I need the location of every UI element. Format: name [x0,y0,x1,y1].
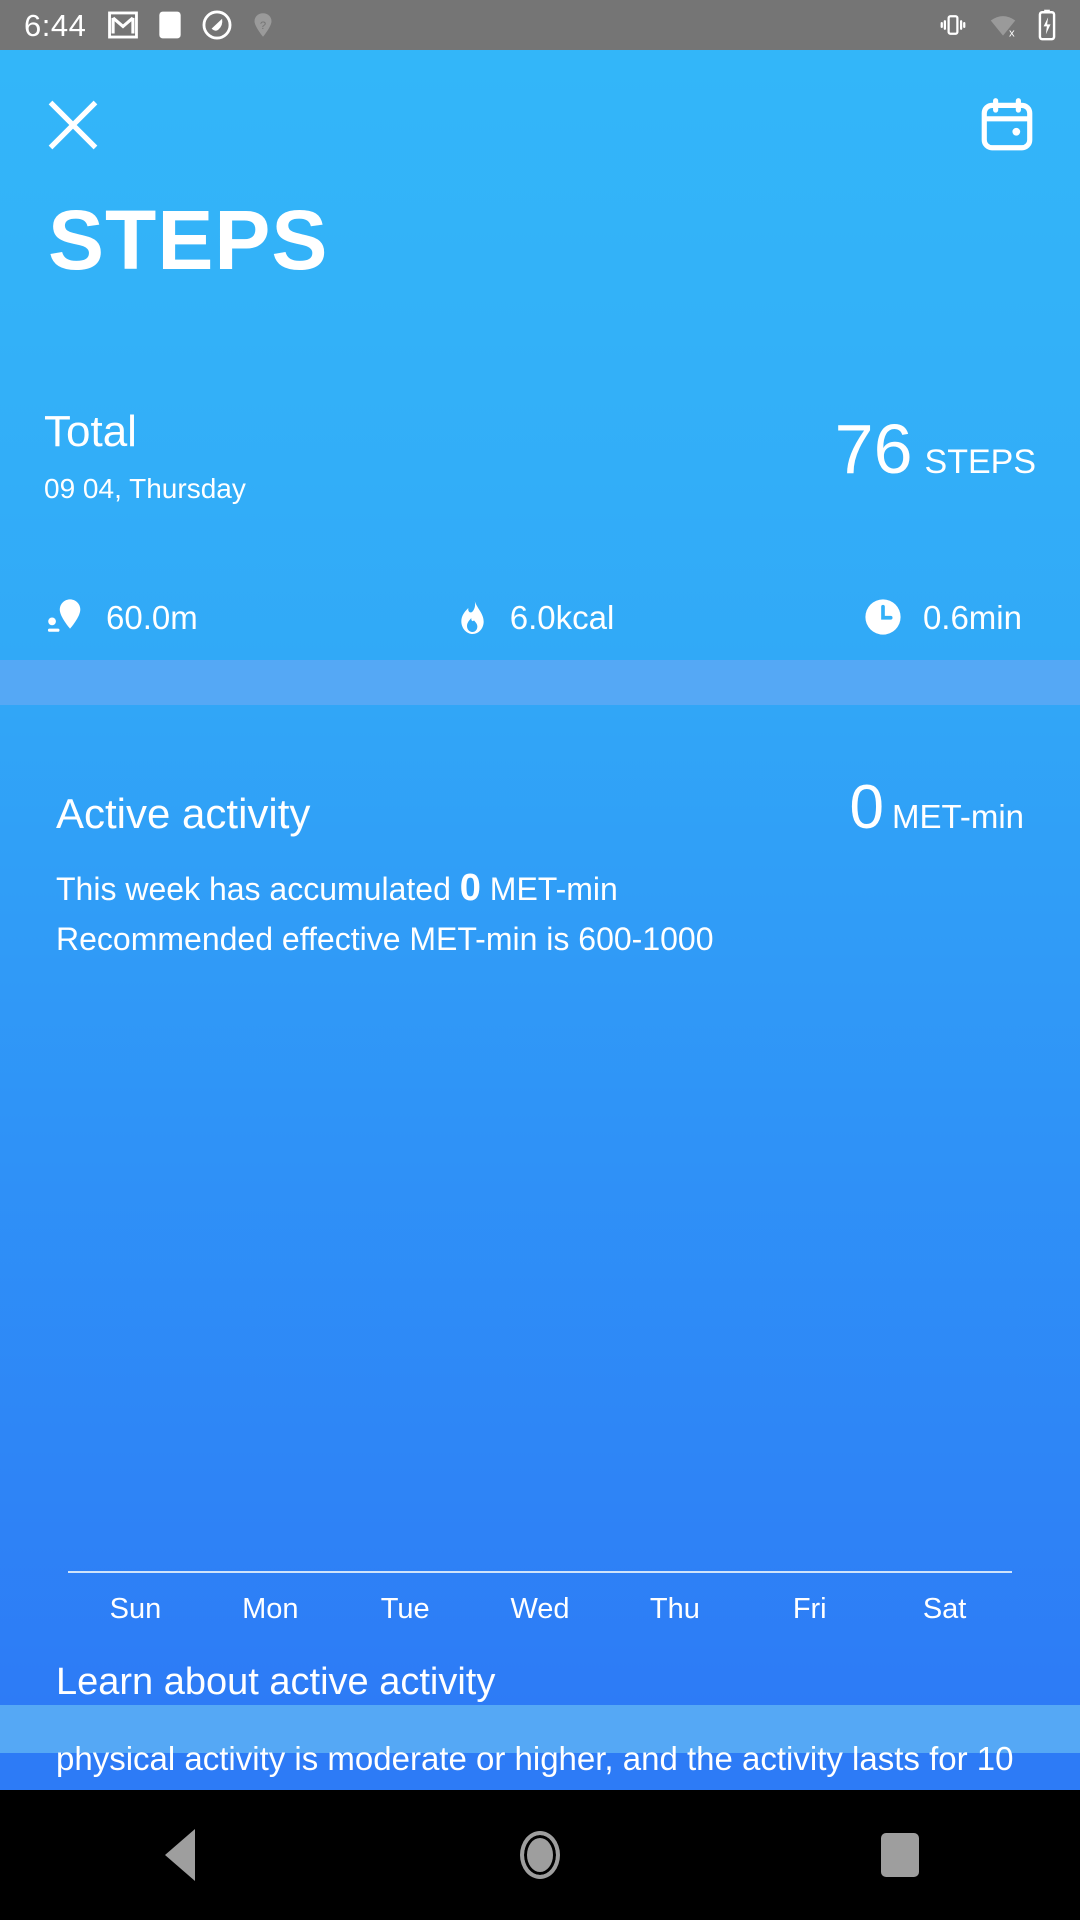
app-screen: 6:44 ? x STEPS Total 09 04, Thursday 76 … [0,0,1080,1920]
chart-x-label: Mon [242,1593,299,1625]
total-label: Total [44,407,137,456]
calendar-button[interactable] [976,94,1038,156]
total-row: Total 09 04, Thursday 76 STEPS [0,410,1080,503]
vibrate-icon [940,15,966,35]
active-activity-line1: This week has accumulated 0 MET-min [56,863,714,914]
chart-axis-line [68,1571,1012,1573]
location-pin-icon [47,599,81,632]
close-icon [48,100,98,150]
chart-x-label: Sun [109,1593,162,1625]
active-activity-value: 0 [849,773,884,842]
scroll-content: STEPS Total 09 04, Thursday 76 STEPS 60.… [0,50,1080,1873]
stat-calories-value: 6.0kcal [509,598,615,636]
stat-calories: 6.0kcal [370,595,696,639]
nav-recents-button[interactable] [840,1790,960,1920]
line1-value: 0 [459,867,481,909]
chart-plot-area [68,1165,1012,1573]
chart-x-label: Thu [649,1593,700,1625]
calendar-icon [981,98,1033,151]
home-circle-icon [520,1831,560,1879]
status-bar: 6:44 ? x [0,0,1080,50]
blank-notification-icon [159,11,182,39]
status-bar-clock: 6:44 [24,7,87,43]
total-right: 76 STEPS [835,410,1036,484]
wifi-off-icon: x [990,16,1016,39]
app-toolbar [0,50,1080,160]
chart-x-label: Sat [922,1593,967,1625]
nav-back-button[interactable] [120,1790,240,1920]
active-activity-header: Active activity 0 MET-min [0,777,1080,839]
active-activity-unit: MET-min [892,798,1024,835]
total-steps-unit: STEPS [924,443,1036,481]
svg-text:x: x [1009,27,1015,39]
weekly-activity-chart[interactable] [68,1165,1012,1575]
chart-column [877,1165,1012,1571]
close-button[interactable] [40,92,106,158]
clock-icon [865,599,901,635]
line1-suffix: MET-min [489,871,618,907]
battery-charging-icon [1038,9,1056,41]
android-navigation-bar [0,1790,1080,1920]
chart-x-label: Fri [792,1593,827,1625]
page-title: STEPS [48,193,329,287]
active-activity-value-wrap: 0 MET-min [850,777,1024,839]
stat-duration: 0.6min [696,595,1036,639]
status-bar-left-icons: ? [106,8,278,42]
location-question-icon: ? [254,13,272,37]
chart-column [473,1165,608,1571]
recents-square-icon [881,1833,919,1877]
line1-prefix: This week has accumulated [56,871,451,907]
active-activity-line2: Recommended effective MET-min is 600-100… [56,921,714,957]
chart-x-axis-labels: Sun Mon Tue Wed Thu Fri Sat [68,1595,1012,1624]
nav-home-button[interactable] [480,1790,600,1920]
active-activity-card[interactable]: Active activity 0 MET-min This week has … [0,705,1080,1873]
back-triangle-icon [165,1829,195,1881]
chart-x-label: Tue [380,1593,430,1625]
active-activity-title: Active activity [56,790,311,837]
chart-column [68,1165,203,1571]
stat-distance-value: 60.0m [106,598,198,636]
flame-icon [461,599,484,634]
section-divider-band [0,660,1080,705]
total-steps-value: 76 [834,410,913,488]
chart-column [203,1165,338,1571]
chart-column [338,1165,473,1571]
chart-bars [68,1165,1012,1571]
stat-duration-value: 0.6min [922,598,1022,636]
learn-section-title: Learn about active activity [56,1661,496,1703]
active-activity-description: This week has accumulated 0 MET-min Reco… [56,863,714,964]
chart-column [742,1165,877,1571]
steps-summary-card: STEPS Total 09 04, Thursday 76 STEPS 60.… [0,50,1080,660]
chart-x-label: Wed [510,1593,570,1625]
stat-distance: 60.0m [44,595,370,639]
total-left: Total 09 04, Thursday [44,410,246,503]
total-date: 09 04, Thursday [44,473,246,504]
chart-column [607,1165,742,1571]
svg-text:?: ? [260,20,266,32]
gmail-icon [108,11,139,39]
status-bar-right-icons: x [936,8,1058,42]
stats-row: 60.0m 6.0kcal 0.6min [0,595,1080,639]
do-not-disturb-icon [202,10,232,40]
